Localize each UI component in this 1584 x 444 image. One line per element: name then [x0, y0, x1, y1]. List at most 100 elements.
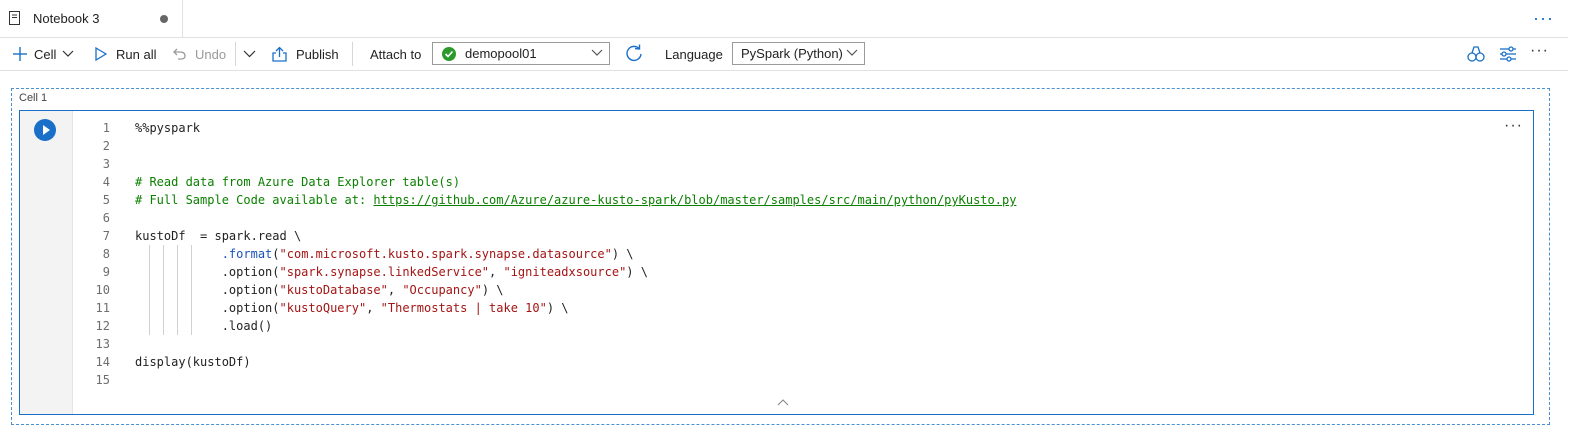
code-text: # Read data from Azure Data Explorer tab… [135, 173, 460, 191]
toolbar-more-icon[interactable]: ··· [1530, 41, 1549, 61]
toolbar-divider [352, 42, 353, 66]
line-number: 15 [95, 373, 110, 387]
cell-gutter [20, 111, 73, 414]
code-token: , [489, 265, 504, 279]
line-number: 10 [95, 283, 110, 297]
plus-icon [13, 47, 27, 61]
code-text: .load() [135, 317, 273, 335]
line-number: 1 [102, 121, 110, 135]
line-number: 2 [102, 139, 110, 153]
run-all-label: Run all [116, 46, 157, 62]
notebook-toolbar: Cell Run all Undo Publish Attach to demo… [0, 38, 1568, 71]
code-text: .option("kustoQuery", "Thermostats | tak… [135, 299, 569, 317]
publish-label: Publish [296, 46, 339, 62]
code-text: # Full Sample Code available at: https:/… [135, 191, 1016, 209]
line-number: 13 [95, 337, 110, 351]
indent-guide [191, 245, 192, 335]
code-token: "kustoQuery" [279, 301, 367, 315]
status-ok-icon [442, 46, 456, 61]
attach-to-label: Attach to [370, 46, 422, 62]
chevron-down-icon [62, 50, 74, 57]
cell-label: Cell 1 [19, 92, 48, 104]
line-number: 11 [95, 301, 110, 315]
session-button[interactable] [1467, 44, 1485, 64]
code-token: ( [272, 247, 280, 261]
collapse-chevron-icon[interactable] [777, 397, 789, 407]
line-number: 14 [95, 355, 110, 369]
publish-button[interactable]: Publish [271, 44, 339, 64]
code-token: "kustoDatabase" [279, 283, 388, 297]
run-all-button[interactable]: Run all [95, 44, 156, 64]
refresh-button[interactable] [624, 43, 644, 63]
language-label: Language [665, 46, 723, 62]
code-token: .option( [135, 283, 280, 297]
spark-pool-select[interactable]: demopool01 [432, 42, 610, 65]
code-text: display(kustoDf) [135, 353, 251, 371]
line-number: 4 [102, 175, 110, 189]
toolbar-divider [235, 42, 236, 66]
line-number: 3 [102, 157, 110, 171]
publish-icon [272, 46, 287, 62]
chevron-down-icon [591, 49, 603, 56]
undo-label: Undo [195, 46, 227, 62]
run-cell-icon[interactable] [34, 119, 56, 141]
line-number: 6 [102, 211, 110, 225]
code-text: kustoDf = spark.read \ [135, 227, 301, 245]
add-cell-label: Cell [34, 46, 57, 62]
code-token: , [387, 283, 403, 297]
line-number: 5 [102, 193, 110, 207]
code-token: kustoDf = spark.read \ [135, 229, 302, 243]
notebook-tabbar: Notebook 3 ··· [0, 0, 1568, 38]
code-text: %%pyspark [135, 119, 200, 137]
settings-sliders-icon [1500, 46, 1516, 62]
language-select[interactable]: PySpark (Python) [732, 42, 865, 65]
code-token: # Read data from Azure Data Explorer tab… [135, 175, 461, 189]
session-icon [1467, 46, 1485, 62]
code-token: "com.microsoft.kusto.spark.synapse.datas… [279, 247, 612, 261]
indent-guide [177, 245, 178, 335]
code-token: display(kustoDf) [135, 355, 251, 369]
code-token: .format [221, 247, 273, 261]
undo-icon [173, 48, 186, 60]
code-text: .option("spark.synapse.linkedService", "… [135, 263, 648, 281]
code-token: "spark.synapse.linkedService" [279, 265, 490, 279]
code-token: .load() [135, 319, 273, 333]
code-link[interactable]: https://github.com/Azure/azure-kusto-spa… [373, 193, 1016, 207]
unsaved-indicator-icon [160, 15, 168, 23]
chevron-down-icon [243, 50, 256, 58]
line-number: 12 [95, 319, 110, 333]
code-token: ) \ [626, 265, 648, 279]
code-token: "igniteadxsource" [503, 265, 627, 279]
code-token: .option( [135, 265, 280, 279]
code-token: "Thermostats | take 10" [380, 301, 547, 315]
line-number: 8 [102, 247, 110, 261]
indent-guide [149, 245, 150, 335]
properties-button[interactable] [1499, 44, 1517, 64]
tab-notebook-3[interactable]: Notebook 3 [0, 0, 183, 37]
language-value: PySpark (Python) [741, 46, 843, 61]
chevron-down-icon [846, 49, 858, 56]
code-token: # Full Sample Code available at: [135, 193, 374, 207]
indent-guide [163, 245, 164, 335]
code-token: , [366, 301, 381, 315]
undo-button[interactable]: Undo [172, 44, 226, 64]
code-token: ) \ [546, 301, 569, 315]
play-icon [95, 47, 107, 61]
code-cell[interactable]: ··· 1 %%pyspark 2 3 4 # Read data from Azure … [19, 110, 1534, 415]
code-token: .option( [135, 301, 280, 315]
spark-pool-value: demopool01 [465, 46, 537, 61]
refresh-icon [626, 44, 642, 62]
line-number: 7 [102, 229, 110, 243]
tab-more-icon[interactable]: ··· [1533, 8, 1554, 29]
line-number: 9 [102, 265, 110, 279]
add-cell-button[interactable]: Cell [12, 44, 74, 64]
undo-dropdown-button[interactable] [243, 44, 256, 64]
code-token: ) \ [481, 283, 504, 297]
notebook-icon [9, 11, 20, 25]
code-token: ) \ [611, 247, 634, 261]
tab-title: Notebook 3 [33, 11, 100, 26]
code-token: %%pyspark [135, 121, 201, 135]
code-token: "Occupancy" [402, 283, 482, 297]
cell-more-icon[interactable]: ··· [1504, 117, 1523, 135]
